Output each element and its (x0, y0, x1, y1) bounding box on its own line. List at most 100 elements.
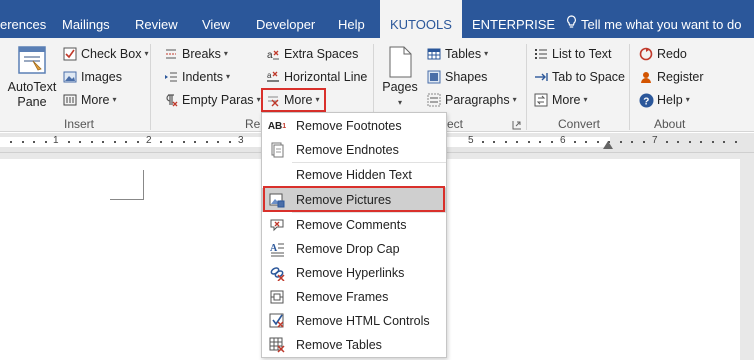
ruler-tick (67, 141, 70, 143)
group-divider (526, 44, 527, 130)
shapes-button[interactable]: Shapes (426, 67, 487, 87)
convert-more-button[interactable]: More ▾ (533, 90, 588, 110)
help-button[interactable]: ? Help ▾ (638, 90, 690, 110)
indents-label: Indents (182, 70, 224, 84)
paragraphs-icon (426, 92, 442, 108)
tab-kutools[interactable]: KUTOOLS (380, 0, 462, 40)
ruler-tick (665, 141, 668, 143)
autotext-pane-button[interactable]: AutoText Pane (6, 44, 58, 110)
remove-pictures-highlight (263, 186, 445, 212)
autotext-label-2: Pane (17, 95, 47, 109)
menu-item-remove-hyperlinks[interactable]: Remove Hyperlinks (262, 261, 446, 285)
ruler-tick (642, 141, 645, 143)
tab-help[interactable]: Help (336, 0, 367, 38)
menu-item-remove-hidden-text[interactable]: Remove Hidden Text (262, 163, 446, 187)
ruler-tick (205, 141, 208, 143)
help-label: Help (657, 93, 683, 107)
tab-to-space-button[interactable]: Tab to Space (533, 67, 625, 87)
ruler-number: 6 (560, 135, 566, 146)
right-indent-marker[interactable] (603, 141, 613, 149)
insert-group-label: Insert (64, 117, 95, 131)
register-button[interactable]: Register (638, 67, 704, 87)
register-label: Register (657, 70, 704, 84)
ruler-tick (194, 141, 196, 143)
remove-group-label: Re (245, 117, 261, 131)
ruler-tick (10, 141, 12, 143)
pages-label: Pages (382, 80, 418, 94)
convert-more-icon (533, 92, 549, 108)
chevron-down-icon: ▾ (112, 95, 117, 104)
tell-me-search[interactable]: Tell me what you want to do (566, 0, 741, 38)
images-label: Images (81, 70, 122, 84)
ruler-tick (493, 141, 495, 143)
menu-item-remove-drop-cap[interactable]: A Remove Drop Cap (262, 237, 446, 261)
tab-references[interactable]: erences (0, 0, 48, 38)
chevron-down-icon: ▾ (397, 98, 402, 107)
select-group-label: ect (447, 117, 464, 131)
menu-item-label: Remove Hyperlinks (296, 266, 405, 280)
svg-text:a: a (267, 71, 272, 80)
menu-item-label: Remove Frames (296, 290, 389, 304)
dialog-launcher-icon[interactable] (512, 119, 522, 130)
ruler-tick (734, 141, 737, 143)
empty-paras-button[interactable]: Empty Paras ▾ (163, 90, 261, 110)
extra-spaces-button[interactable]: a Extra Spaces (265, 44, 358, 64)
dropcap-icon: A (268, 240, 286, 258)
tab-review[interactable]: Review (133, 0, 180, 38)
images-icon (62, 69, 78, 85)
chevron-down-icon: ▾ (144, 49, 149, 58)
redo-button[interactable]: Redo (638, 44, 687, 64)
horizontal-line-button[interactable]: a Horizontal Line (265, 67, 367, 87)
tab-mailings[interactable]: Mailings (60, 0, 112, 38)
tab-developer[interactable]: Developer (254, 0, 317, 38)
check-box-icon (62, 46, 78, 62)
menu-item-remove-frames[interactable]: Remove Frames (262, 285, 446, 309)
check-box-button[interactable]: Check Box ▾ (62, 44, 148, 64)
menu-item-remove-footnotes[interactable]: AB 1 Remove Footnotes (262, 114, 446, 138)
tell-me-text: Tell me what you want to do (581, 17, 742, 32)
convert-more-label: More (552, 93, 581, 107)
tab-view[interactable]: View (200, 0, 232, 38)
more-icon (62, 92, 78, 108)
ruler-tick (159, 141, 162, 143)
ruler-tick (516, 141, 518, 143)
breaks-button[interactable]: Breaks ▾ (163, 44, 228, 64)
redo-label: Redo (657, 47, 687, 61)
svg-text:?: ? (643, 96, 649, 107)
list-to-text-button[interactable]: List to Text (533, 44, 612, 64)
chevron-down-icon: ▾ (685, 95, 690, 104)
chevron-down-icon: ▾ (226, 72, 231, 81)
convert-group-label: Convert (558, 117, 601, 131)
ruler-tick (527, 141, 530, 143)
tables-icon (426, 46, 442, 62)
menu-item-remove-html-controls[interactable]: Remove HTML Controls (262, 309, 446, 333)
insert-more-label: More (81, 93, 110, 107)
menu-item-remove-comments[interactable]: Remove Comments (262, 213, 446, 237)
list-icon (533, 46, 549, 62)
ruler-tick (44, 141, 47, 143)
menu-item-label: Remove HTML Controls (296, 314, 430, 328)
menu-item-remove-endnotes[interactable]: Remove Endnotes (262, 138, 446, 162)
tables-button[interactable]: Tables ▾ (426, 44, 488, 64)
menu-item-label: Remove Hidden Text (296, 168, 412, 182)
svg-text:A: A (270, 243, 278, 254)
ruler-tick (21, 141, 24, 143)
images-button[interactable]: Images (62, 67, 122, 87)
redo-icon (638, 46, 654, 62)
menu-item-remove-tables[interactable]: Remove Tables (262, 333, 446, 357)
chevron-down-icon: ▾ (223, 49, 228, 58)
insert-more-button[interactable]: More ▾ (62, 90, 117, 110)
pages-button[interactable]: Pages ▾ (380, 46, 420, 110)
group-divider (150, 44, 151, 130)
ruler-tick (688, 141, 691, 143)
group-divider (629, 44, 630, 130)
chevron-down-icon: ▾ (484, 49, 489, 58)
chevron-down-icon: ▾ (256, 95, 261, 104)
indents-button[interactable]: Indents ▾ (163, 67, 230, 87)
paragraphs-button[interactable]: Paragraphs ▾ (426, 90, 517, 110)
ruler-tick (217, 141, 219, 143)
more-button-highlight (261, 88, 326, 112)
ruler-tick (171, 141, 173, 143)
tab-enterprise[interactable]: ENTERPRISE (470, 0, 557, 38)
help-icon: ? (638, 92, 654, 108)
